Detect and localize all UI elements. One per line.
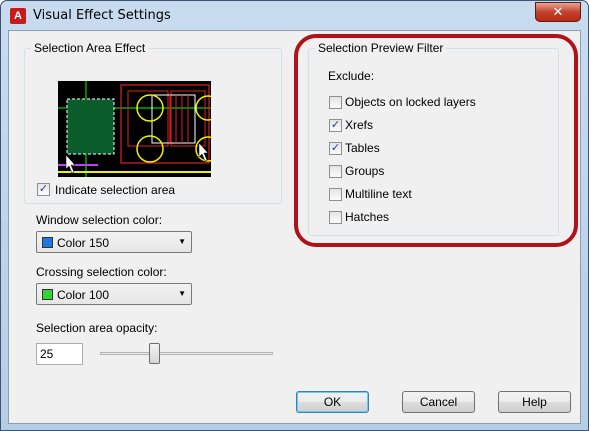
autocad-app-icon: A	[10, 8, 26, 24]
annotation-highlight-outline	[294, 34, 578, 247]
cancel-button[interactable]: Cancel	[402, 391, 475, 413]
window-title: Visual Effect Settings	[33, 8, 171, 23]
window-color-swatch	[42, 237, 53, 248]
opacity-slider-thumb[interactable]	[148, 343, 160, 364]
opacity-slider-track[interactable]	[100, 352, 273, 355]
selection-preview-image	[58, 81, 211, 177]
title-bar[interactable]: A Visual Effect Settings ✕	[1, 1, 588, 31]
window-selection-color-dropdown[interactable]: Color 150 ▼	[36, 231, 192, 253]
indicate-selection-area-checkbox[interactable]: ✓	[37, 183, 50, 196]
close-button[interactable]: ✕	[535, 2, 581, 22]
window-selection-color-value: Color 150	[57, 236, 110, 250]
crossing-selection-color-dropdown[interactable]: Color 100 ▼	[36, 283, 192, 305]
selection-area-opacity-label: Selection area opacity:	[36, 321, 158, 335]
chevron-down-icon: ▼	[178, 289, 186, 298]
dialog-client-area: Selection Area Effect ✓ Indicate selecti…	[8, 30, 581, 424]
group-label-selection-area-effect: Selection Area Effect	[31, 41, 149, 55]
dialog-window: A Visual Effect Settings ✕ Selection Are…	[0, 0, 589, 431]
opacity-input[interactable]: 25	[36, 343, 83, 365]
crossing-selection-color-value: Color 100	[57, 288, 110, 302]
crossing-color-swatch	[42, 289, 53, 300]
selection-area-effect-group: Selection Area Effect ✓ Indicate selecti…	[24, 41, 282, 204]
crossing-selection-color-label: Crossing selection color:	[36, 265, 167, 279]
ok-button[interactable]: OK	[296, 391, 369, 413]
help-button[interactable]: Help	[498, 391, 571, 413]
window-selection-color-label: Window selection color:	[36, 213, 163, 227]
check-mark-icon: ✓	[38, 183, 49, 195]
indicate-selection-area-label: Indicate selection area	[55, 183, 176, 197]
chevron-down-icon: ▼	[178, 237, 186, 246]
